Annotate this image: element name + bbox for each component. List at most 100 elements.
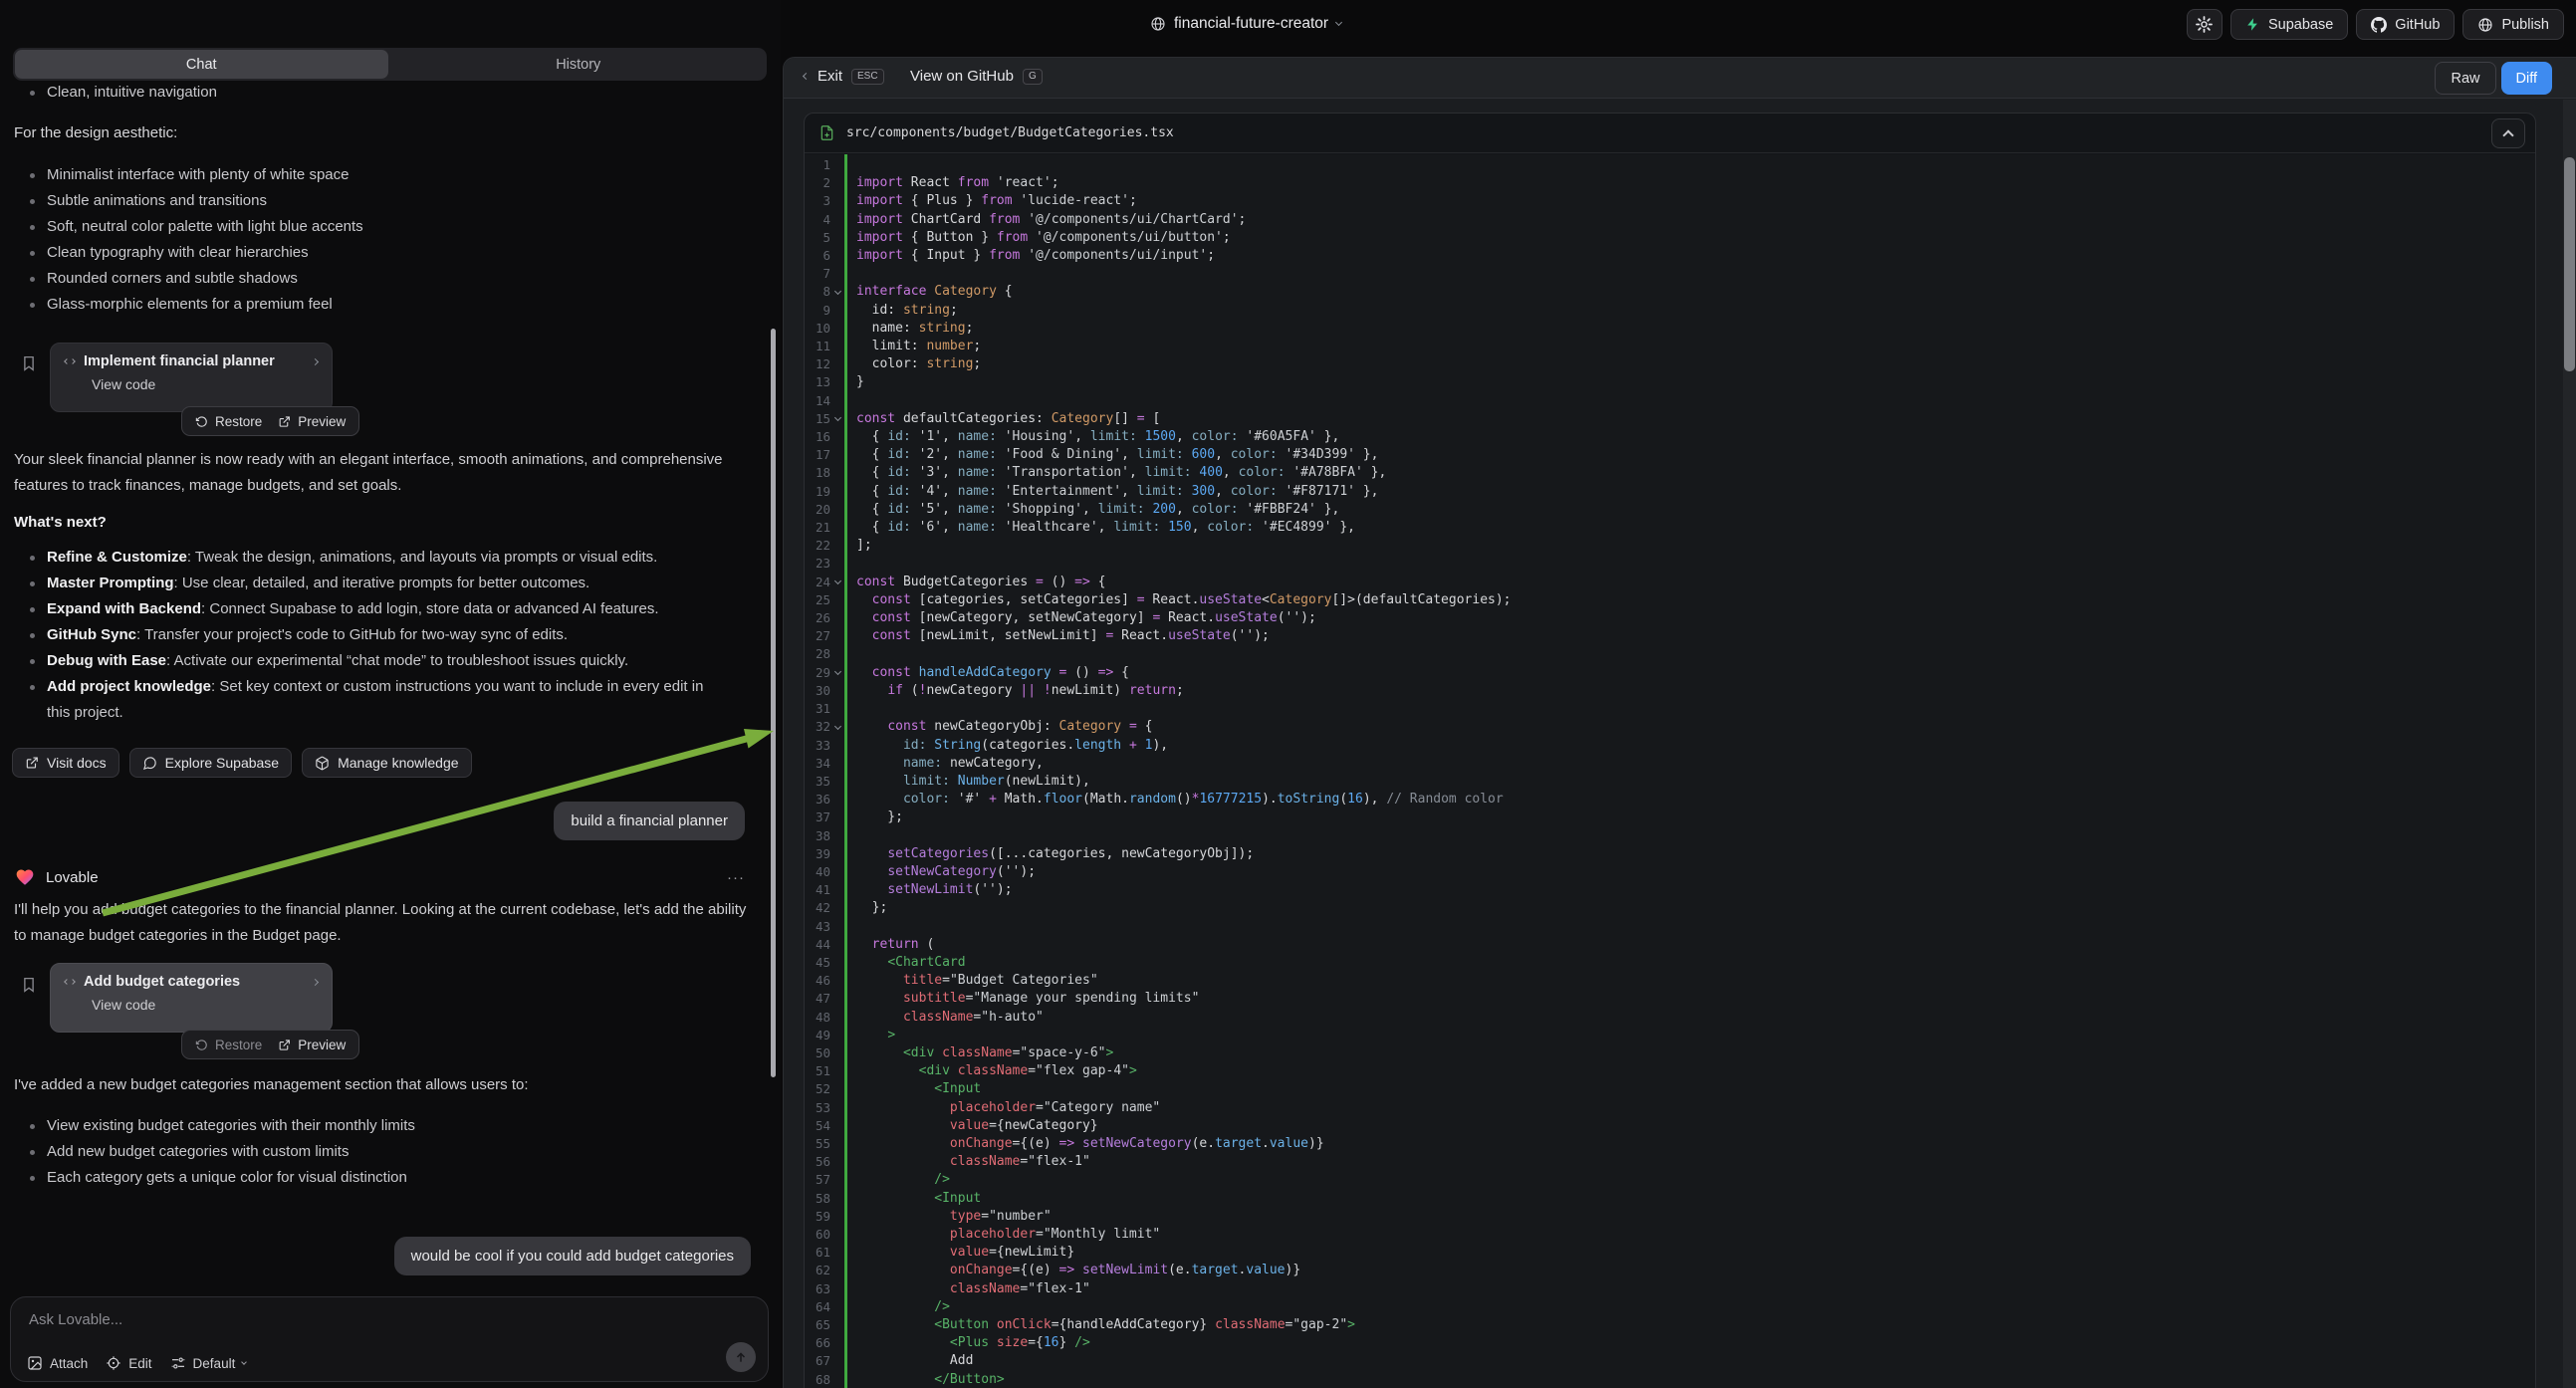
github-button[interactable]: GitHub <box>2356 9 2455 40</box>
chevron-down-icon <box>241 1359 247 1365</box>
code-brackets-icon <box>65 359 75 363</box>
fold-chevron-icon[interactable] <box>834 578 841 584</box>
version-card-title: Implement financial planner <box>84 353 275 369</box>
supabase-button[interactable]: Supabase <box>2230 9 2348 40</box>
restore-button[interactable]: Restore <box>195 414 262 429</box>
code-line: 26 const [newCategory, setNewCategory] =… <box>805 609 2535 627</box>
version-card-implement-financial-planner[interactable]: Implement financial planner View code <box>50 343 333 412</box>
code-line: 40 setNewCategory(''); <box>805 863 2535 881</box>
visit-docs-button[interactable]: Visit docs <box>12 748 119 778</box>
app-window: financial-future-creator Supabase GitHub… <box>0 0 2576 1388</box>
publish-button[interactable]: Publish <box>2462 9 2564 40</box>
code-line: 62 onChange={(e) => setNewLimit(e.target… <box>805 1262 2535 1279</box>
diff-toggle-button[interactable]: Diff <box>2501 62 2553 95</box>
composer: Attach Edit Default <box>10 1296 769 1382</box>
chevron-right-icon <box>312 978 319 985</box>
bookmark-icon[interactable] <box>20 975 38 995</box>
list-item: Soft, neutral color palette with light b… <box>14 214 751 240</box>
restore-icon <box>195 1039 208 1051</box>
code-editor[interactable]: 12import React from 'react';3import { Pl… <box>805 154 2535 1388</box>
code-line: 52 <Input <box>805 1080 2535 1098</box>
fold-chevron-icon[interactable] <box>834 414 841 421</box>
chevron-right-icon <box>312 357 319 364</box>
exit-button[interactable]: Exit ESC <box>804 68 884 85</box>
settings-button[interactable] <box>2187 9 2223 40</box>
code-line: 28 <box>805 645 2535 663</box>
code-scrollbar-track[interactable] <box>2563 100 2576 1388</box>
code-line: 60 placeholder="Monthly limit" <box>805 1226 2535 1244</box>
project-name: financial-future-creator <box>1174 15 1328 33</box>
code-line: 54 value={newCategory} <box>805 1117 2535 1135</box>
version-card-add-budget-categories[interactable]: Add budget categories View code <box>50 963 333 1033</box>
quick-actions-row: Visit docs Explore Supabase Manage knowl… <box>12 748 472 778</box>
tab-history[interactable]: History <box>392 50 766 79</box>
raw-toggle-button[interactable]: Raw <box>2435 62 2495 95</box>
edit-button[interactable]: Edit <box>106 1355 151 1371</box>
attach-button[interactable]: Attach <box>27 1355 88 1371</box>
code-line: 49 > <box>805 1027 2535 1044</box>
design-bullet-list: Minimalist interface with plenty of whit… <box>14 162 751 318</box>
view-on-github-button[interactable]: View on GitHub G <box>910 68 1043 85</box>
fold-chevron-icon[interactable] <box>834 723 841 730</box>
code-line: 66 <Plus size={16} /> <box>805 1334 2535 1352</box>
code-line: 59 type="number" <box>805 1208 2535 1226</box>
preview-button[interactable]: Preview <box>278 414 346 429</box>
code-line: 51 <div className="flex gap-4"> <box>805 1062 2535 1080</box>
code-line: 33 id: String(categories.length + 1), <box>805 737 2535 755</box>
code-line: 41 setNewLimit(''); <box>805 881 2535 899</box>
chat-scrollbar[interactable] <box>771 329 776 1077</box>
code-line: 61 value={newLimit} <box>805 1244 2535 1262</box>
bookmark-icon[interactable] <box>20 353 38 373</box>
code-line: 19 { id: '4', name: 'Entertainment', lim… <box>805 483 2535 501</box>
list-item: Clean typography with clear hierarchies <box>14 240 751 266</box>
chevron-up-icon <box>2502 129 2513 140</box>
list-item: Minimalist interface with plenty of whit… <box>14 162 751 188</box>
manage-knowledge-button[interactable]: Manage knowledge <box>302 748 471 778</box>
code-line: 58 <Input <box>805 1190 2535 1208</box>
code-line: 8interface Category { <box>805 283 2535 301</box>
code-scrollbar-thumb[interactable] <box>2564 157 2575 371</box>
send-button[interactable] <box>726 1342 756 1372</box>
code-line: 53 placeholder="Category name" <box>805 1099 2535 1117</box>
fold-chevron-icon[interactable] <box>834 668 841 675</box>
code-line: 55 onChange={(e) => setNewCategory(e.tar… <box>805 1135 2535 1153</box>
restore-button[interactable]: Restore <box>195 1038 262 1052</box>
chevron-left-icon <box>803 73 810 80</box>
view-code-link[interactable]: View code <box>92 997 318 1013</box>
external-link-icon <box>25 756 39 770</box>
preview-button[interactable]: Preview <box>278 1038 346 1052</box>
list-item: Glass-morphic elements for a premium fee… <box>14 292 751 318</box>
code-line: 5import { Button } from '@/components/ui… <box>805 229 2535 247</box>
view-code-link[interactable]: View code <box>92 376 318 392</box>
code-line: 20 { id: '5', name: 'Shopping', limit: 2… <box>805 501 2535 519</box>
fold-chevron-icon[interactable] <box>834 288 841 295</box>
code-line: 1 <box>805 156 2535 174</box>
collapse-file-button[interactable] <box>2491 118 2525 148</box>
message-overflow-menu[interactable]: ··· <box>727 869 745 886</box>
tab-chat[interactable]: Chat <box>15 50 388 79</box>
list-item: Master Prompting: Use clear, detailed, a… <box>14 571 717 596</box>
code-line: 48 className="h-auto" <box>805 1009 2535 1027</box>
explore-supabase-button[interactable]: Explore Supabase <box>129 748 292 778</box>
mode-selector[interactable]: Default <box>170 1355 247 1371</box>
code-line: 7 <box>805 265 2535 283</box>
file-header[interactable]: src/components/budget/BudgetCategories.t… <box>805 114 2535 153</box>
code-line: 29 const handleAddCategory = () => { <box>805 664 2535 682</box>
list-item: Each category gets a unique color for vi… <box>14 1165 751 1191</box>
code-line: 31 <box>805 700 2535 718</box>
code-line: 16 { id: '1', name: 'Housing', limit: 15… <box>805 428 2535 446</box>
code-line: 27 const [newLimit, setNewLimit] = React… <box>805 627 2535 645</box>
file-diff-card: src/components/budget/BudgetCategories.t… <box>804 113 2536 1388</box>
chat-input[interactable] <box>29 1305 626 1333</box>
list-item: GitHub Sync: Transfer your project's cod… <box>14 622 717 648</box>
code-line: 25 const [categories, setCategories] = R… <box>805 591 2535 609</box>
list-item: View existing budget categories with the… <box>14 1113 751 1139</box>
arrow-up-icon <box>734 1350 748 1364</box>
project-switcher[interactable]: financial-future-creator <box>1150 10 1341 38</box>
code-line: 30 if (!newCategory || !newLimit) return… <box>805 682 2535 700</box>
esc-key-badge: ESC <box>851 69 884 85</box>
external-link-icon <box>278 1039 291 1051</box>
help-paragraph: I'll help you add budget categories to t… <box>14 897 759 949</box>
project-chevron-down-icon <box>1335 19 1342 26</box>
whats-next-heading: What's next? <box>14 514 107 531</box>
